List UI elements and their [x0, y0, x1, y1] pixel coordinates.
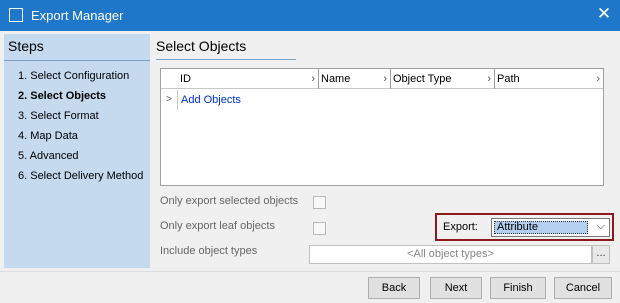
column-header-object-type[interactable]: Object Type › [391, 69, 495, 89]
export-selected-value: Attribute [494, 221, 588, 234]
step-advanced: 5. Advanced [18, 150, 79, 162]
export-label: Export: [443, 221, 478, 233]
step-select-format: 3. Select Format [18, 110, 99, 122]
only-leaf-checkbox[interactable] [313, 222, 326, 235]
chevron-down-icon: ⌵ [596, 220, 605, 232]
page-title: Select Objects [156, 38, 247, 54]
column-header-path[interactable]: Path › [495, 69, 603, 89]
cancel-button[interactable]: Cancel [554, 277, 612, 299]
column-header-name[interactable]: Name › [319, 69, 391, 89]
finish-button[interactable]: Finish [490, 277, 546, 299]
step-select-configuration: 1. Select Configuration [18, 70, 130, 82]
divider [4, 60, 150, 61]
objects-grid[interactable]: ID › Name › Object Type › Path › > Add Objec… [160, 68, 604, 186]
browse-types-button[interactable]: ... [592, 245, 610, 264]
only-selected-label: Only export selected objects [160, 195, 299, 207]
steps-list: 1. Select Configuration 2. Select Object… [18, 69, 143, 189]
export-select[interactable]: Attribute ⌵ [491, 218, 610, 237]
chevron-right-icon: › [487, 73, 491, 85]
steps-title: Steps [8, 38, 44, 54]
grid-header: ID › Name › Object Type › Path › [161, 69, 603, 89]
include-types-field[interactable]: <All object types> [309, 245, 592, 264]
chevron-right-icon: › [596, 73, 600, 85]
step-select-objects: 2. Select Objects [18, 90, 107, 102]
window-title: Export Manager [31, 8, 124, 23]
step-map-data: 4. Map Data [18, 130, 78, 142]
divider [156, 59, 296, 60]
footer-divider [0, 271, 620, 272]
close-icon[interactable]: ✕ [594, 4, 614, 24]
title-bar: Export Manager ✕ [0, 0, 620, 31]
chevron-right-icon: › [383, 73, 387, 85]
window-icon [9, 8, 23, 22]
chevron-right-icon: › [311, 73, 315, 85]
step-select-delivery-method: 6. Select Delivery Method [18, 170, 144, 182]
add-objects-link[interactable]: Add Objects [181, 94, 241, 106]
only-selected-checkbox[interactable] [313, 196, 326, 209]
back-button[interactable]: Back [368, 277, 420, 299]
only-leaf-label: Only export leaf objects [160, 220, 275, 232]
next-button[interactable]: Next [430, 277, 482, 299]
include-types-label: Include object types [160, 245, 258, 257]
column-header-id[interactable]: ID › [178, 69, 319, 89]
steps-sidebar: Steps 1. Select Configuration 2. Select … [4, 34, 150, 268]
row-marker-icon: > [161, 90, 178, 110]
